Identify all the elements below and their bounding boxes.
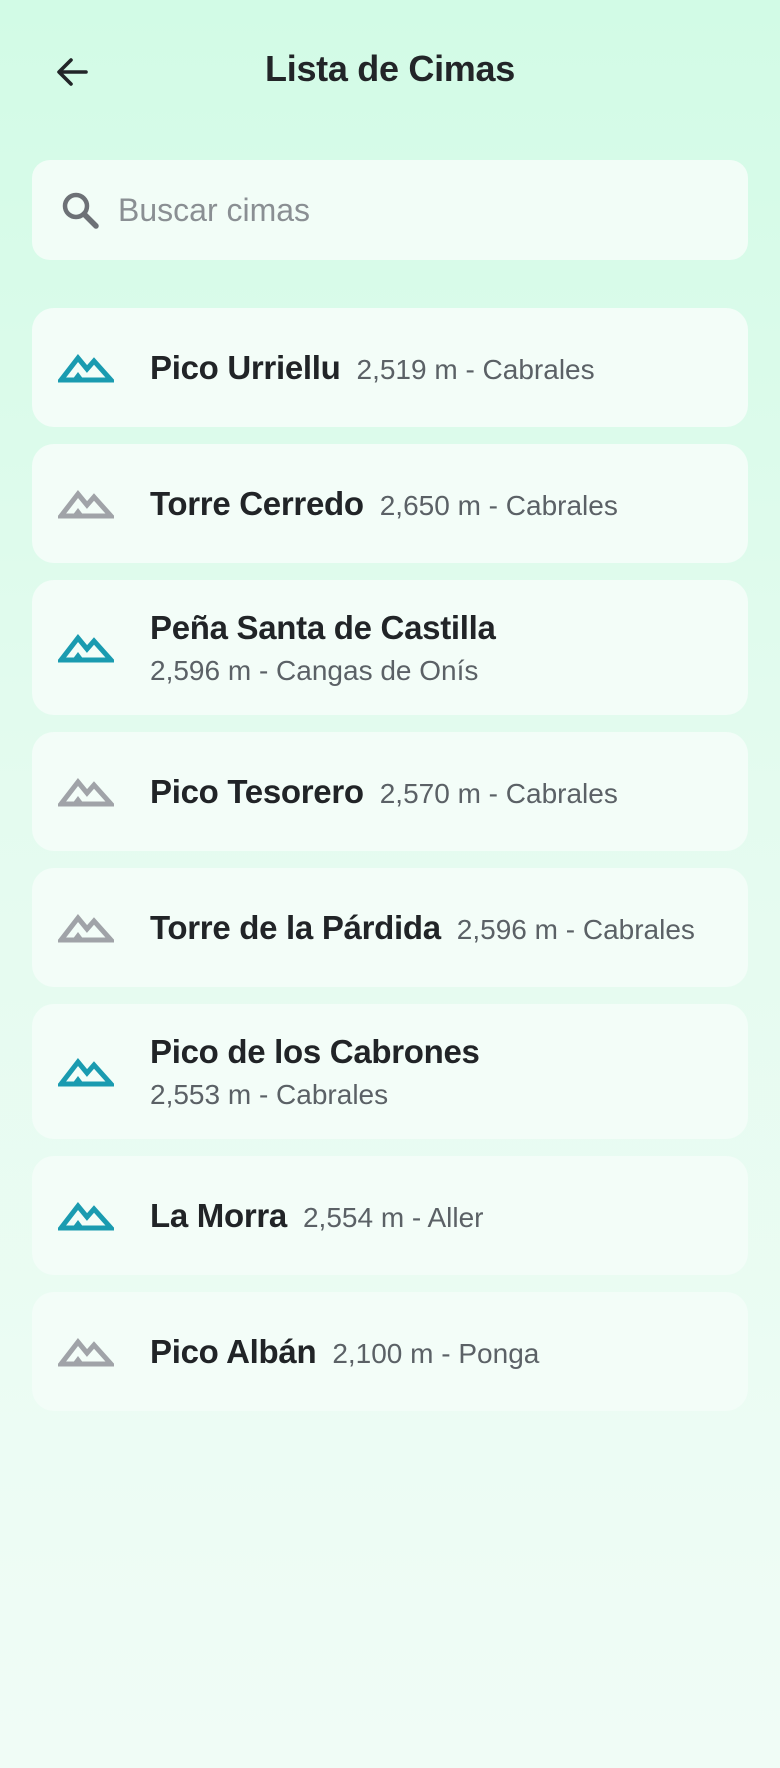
list-item[interactable]: Torre Cerredo 2,650 m - Cabrales (32, 444, 748, 563)
mountain-icon (58, 633, 114, 662)
peak-name: Pico Tesorero (150, 772, 364, 810)
peak-detail: 2,570 m - Cabrales (379, 777, 618, 809)
list-item[interactable]: Pico Tesorero 2,570 m - Cabrales (32, 732, 748, 851)
app-header: Lista de Cimas (0, 0, 780, 144)
mountain-icon (58, 1057, 114, 1086)
peak-detail: 2,100 m - Ponga (332, 1337, 540, 1369)
list-item[interactable]: Pico Urriellu 2,519 m - Cabrales (32, 308, 748, 427)
search-bar[interactable] (32, 160, 748, 260)
peak-detail: 2,554 m - Aller (302, 1201, 484, 1233)
peak-name: La Morra (150, 1196, 287, 1234)
list-item[interactable]: Pico Albán 2,100 m - Ponga (32, 1292, 748, 1411)
search-input[interactable] (118, 191, 678, 229)
peak-name: Torre Cerredo (150, 484, 364, 522)
list-item[interactable]: Peña Santa de Castilla 2,596 m - Cangas … (32, 580, 748, 715)
list-item[interactable]: Pico de los Cabrones 2,553 m - Cabrales (32, 1004, 748, 1139)
peak-name: Pico Albán (150, 1332, 317, 1370)
mountain-icon (58, 1201, 114, 1230)
peak-detail: 2,519 m - Cabrales (356, 353, 595, 385)
list-item[interactable]: La Morra 2,554 m - Aller (32, 1156, 748, 1275)
peak-detail: 2,596 m - Cabrales (456, 913, 695, 945)
peak-detail: 2,596 m - Cangas de Onís (150, 654, 479, 686)
mountain-icon (58, 913, 114, 942)
page-title: Lista de Cimas (265, 48, 515, 89)
mountain-icon (58, 777, 114, 806)
peak-detail: 2,553 m - Cabrales (150, 1078, 389, 1110)
peak-list: Pico Urriellu 2,519 m - Cabrales Torre C… (32, 308, 748, 1428)
peak-name: Peña Santa de Castilla (150, 608, 496, 646)
list-item[interactable]: Torre de la Párdida 2,596 m - Cabrales (32, 868, 748, 987)
mountain-icon (58, 489, 114, 518)
peak-name: Pico Urriellu (150, 348, 341, 386)
search-icon (58, 188, 102, 232)
peak-name: Pico de los Cabrones (150, 1032, 480, 1070)
peak-name: Torre de la Párdida (150, 908, 441, 946)
mountain-icon (58, 1337, 114, 1366)
mountain-icon (58, 353, 114, 382)
peak-detail: 2,650 m - Cabrales (379, 489, 618, 521)
